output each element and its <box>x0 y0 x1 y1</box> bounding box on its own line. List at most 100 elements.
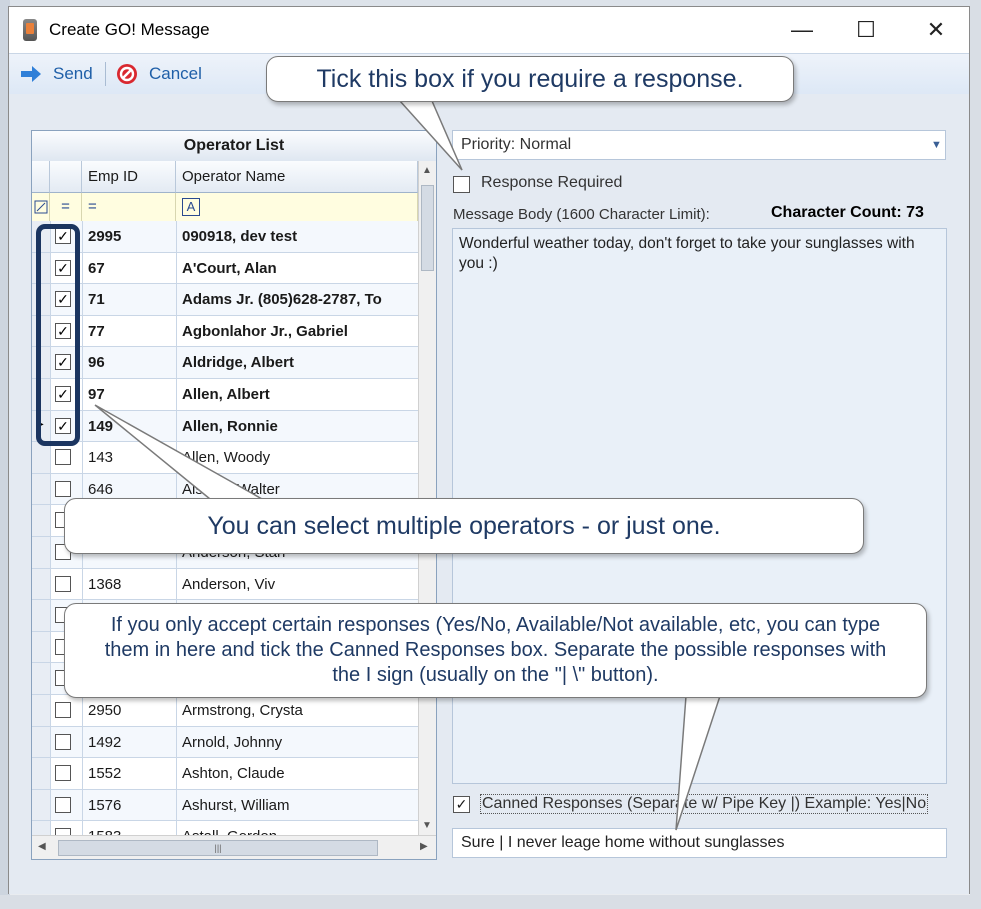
row-indicator <box>32 473 51 505</box>
operator-name-cell: Allen, Albert <box>182 386 270 403</box>
row-checkbox[interactable] <box>55 480 71 497</box>
operator-name-cell: 090918, dev test <box>182 228 298 245</box>
vertical-scroll-thumb[interactable] <box>421 185 434 271</box>
callout-response-required: Tick this box if you require a response. <box>266 56 794 102</box>
column-divider <box>176 758 177 789</box>
emp-id-cell: 1492 <box>88 733 122 751</box>
row-indicator <box>32 631 51 663</box>
callout-canned-responses: If you only accept certain responses (Ye… <box>64 603 927 698</box>
row-checkbox[interactable] <box>55 765 71 782</box>
scroll-up-icon[interactable]: ▲ <box>422 165 432 176</box>
operator-name-cell: Allen, Woody <box>182 449 271 467</box>
operator-name-filter[interactable]: A <box>176 193 418 221</box>
window-title: Create GO! Message <box>49 20 210 39</box>
row-indicator <box>32 442 51 473</box>
maximize-button[interactable]: ☐ <box>843 7 889 53</box>
table-row[interactable]: ✓ 77 Agbonlahor Jr., Gabriel <box>32 315 418 348</box>
row-indicator-header <box>32 161 50 193</box>
emp-id-cell: 1583 <box>88 821 174 835</box>
emp-id-cell: 71 <box>88 291 105 309</box>
operator-name-cell: Anderson, Viv <box>182 575 276 593</box>
table-row[interactable]: ✓ 71 Adams Jr. (805)628-2787, To <box>32 284 418 316</box>
table-row[interactable]: ✓ 67 A'Court, Alan <box>32 252 418 285</box>
canned-responses-checkbox[interactable]: ✓ <box>453 796 470 813</box>
emp-id-filter[interactable]: = <box>82 193 176 221</box>
canned-responses-label[interactable]: Canned Responses (Separate w/ Pipe Key |… <box>480 794 929 814</box>
row-indicator <box>32 726 51 758</box>
send-button[interactable]: Send <box>19 54 93 94</box>
row-indicator <box>32 537 51 568</box>
response-required-label[interactable]: Response Required <box>481 174 622 192</box>
clear-filter-icon[interactable] <box>32 193 50 221</box>
row-checkbox-cell <box>50 726 83 758</box>
close-button[interactable]: ✕ <box>913 7 959 53</box>
row-checkbox-cell <box>50 442 83 473</box>
column-divider <box>176 252 177 284</box>
column-divider <box>176 726 177 758</box>
cancel-label: Cancel <box>149 64 202 83</box>
row-checkbox[interactable] <box>55 828 71 835</box>
row-checkbox[interactable] <box>55 733 71 750</box>
column-header-operator-name[interactable]: Operator Name <box>176 161 418 193</box>
priority-value: Priority: Normal <box>461 136 572 153</box>
response-required-checkbox[interactable] <box>453 176 470 193</box>
dialog-content: Operator List Emp ID Operator Name = = A… <box>9 94 969 894</box>
row-checkbox[interactable] <box>55 449 71 466</box>
row-checkbox-cell <box>50 789 83 821</box>
row-indicator <box>32 568 51 600</box>
column-divider <box>176 789 177 821</box>
row-checkbox[interactable] <box>55 702 71 718</box>
table-row[interactable]: 1552 Ashton, Claude <box>32 758 418 790</box>
column-divider <box>176 315 177 347</box>
row-indicator <box>32 821 51 835</box>
table-row[interactable]: ✓ 96 Aldridge, Albert <box>32 347 418 379</box>
text-filter-icon: A <box>182 198 200 216</box>
table-row[interactable]: 143 Allen, Woody <box>32 442 418 474</box>
toolbar-separator <box>105 62 106 86</box>
row-checkbox[interactable] <box>55 796 71 813</box>
column-divider <box>176 695 177 726</box>
table-row[interactable]: 2950 Armstrong, Crysta <box>32 695 418 727</box>
table-row[interactable]: ✓ 97 Allen, Albert <box>32 379 418 411</box>
column-divider <box>176 442 177 473</box>
column-header-emp-id[interactable]: Emp ID <box>82 161 176 193</box>
emp-id-cell: 67 <box>88 259 105 277</box>
scroll-down-icon[interactable]: ▼ <box>422 820 432 831</box>
cancel-icon <box>117 64 137 84</box>
emp-id-cell: 2995 <box>88 228 122 245</box>
table-row[interactable]: ✓ 2995 090918, dev test <box>32 221 418 253</box>
cancel-button[interactable]: Cancel <box>115 54 202 94</box>
emp-id-cell: 1368 <box>88 575 122 593</box>
column-divider <box>176 821 177 835</box>
scroll-left-icon[interactable]: ◀ <box>38 841 46 852</box>
table-row[interactable]: 1492 Arnold, Johnny <box>32 726 418 759</box>
title-bar[interactable]: Create GO! Message — ☐ ✕ <box>9 7 969 53</box>
horizontal-scrollbar[interactable]: ◀ ||| ▶ <box>32 835 436 859</box>
table-row[interactable]: 1576 Ashurst, William <box>32 789 418 822</box>
table-row[interactable]: ▶ ✓ 149 Allen, Ronnie <box>32 410 418 443</box>
send-label: Send <box>53 64 93 83</box>
row-indicator <box>32 758 51 789</box>
column-divider <box>176 221 177 252</box>
background-app-right-edge <box>970 0 981 909</box>
row-checkbox[interactable] <box>55 575 71 592</box>
table-row[interactable]: 1583 Astall, Gordon <box>32 821 418 835</box>
column-divider <box>176 379 177 410</box>
horizontal-scroll-thumb[interactable]: ||| <box>58 840 378 856</box>
column-divider <box>176 568 177 600</box>
checkbox-column-header[interactable] <box>50 161 82 193</box>
checkbox-filter[interactable]: = <box>50 193 82 221</box>
priority-dropdown[interactable]: Priority: Normal ▼ <box>452 130 946 160</box>
minimize-button[interactable]: — <box>779 7 825 53</box>
create-message-dialog: Create GO! Message — ☐ ✕ Send Cancel Ope… <box>8 6 970 894</box>
table-row[interactable]: 1368 Anderson, Viv <box>32 568 418 601</box>
emp-id-cell: 97 <box>88 386 105 403</box>
scroll-right-icon[interactable]: ▶ <box>420 841 428 852</box>
canned-responses-input[interactable]: Sure | I never leage home without sungla… <box>452 828 947 858</box>
row-checkbox-cell <box>50 568 83 600</box>
filter-row: = = A <box>32 193 418 222</box>
row-checkbox-cell <box>50 758 83 789</box>
row-checkbox-cell <box>50 821 83 835</box>
operator-name-cell: A'Court, Alan <box>182 259 277 277</box>
row-indicator <box>32 600 51 631</box>
